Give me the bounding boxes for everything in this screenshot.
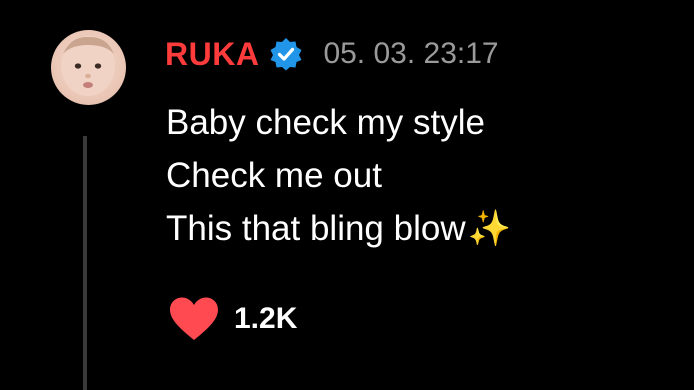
avatar-image — [61, 36, 115, 96]
sparkles-icon: ✨ — [467, 209, 512, 248]
message-line: Check me out — [166, 156, 382, 195]
message-body: Baby check my style Check me out This th… — [166, 96, 511, 255]
message-line-text: This that bling blow — [166, 209, 466, 248]
like-count: 1.2K — [234, 302, 298, 335]
post-header: RUKA 05. 03. 23:17 — [165, 34, 499, 74]
like-row[interactable]: 1.2K — [168, 296, 297, 342]
message-line-with-emoji: This that bling blow✨ — [166, 202, 511, 255]
heart-icon[interactable] — [168, 296, 220, 342]
timestamp: 05. 03. 23:17 — [323, 37, 499, 70]
username[interactable]: RUKA — [165, 36, 259, 73]
message-line: Baby check my style — [166, 103, 485, 142]
thread-line — [83, 136, 87, 390]
avatar[interactable] — [51, 30, 126, 105]
verified-badge-icon — [270, 38, 302, 71]
